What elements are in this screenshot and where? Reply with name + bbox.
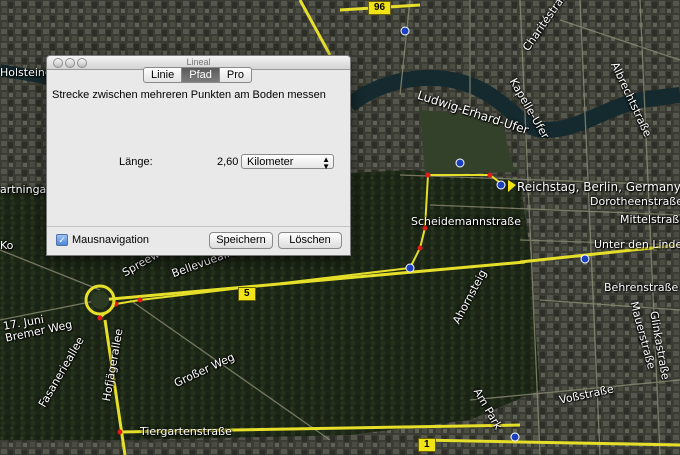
map-label-reichstag: Reichstag, Berlin, Germany	[517, 180, 680, 194]
tab-linie[interactable]: Linie	[144, 68, 183, 82]
unit-selected-value: Kilometer	[247, 156, 294, 168]
mode-tabs: Linie Pfad Pro	[143, 67, 253, 83]
map-label-mittelstrasse: Mittelstraße	[620, 213, 680, 226]
checkbox-checked-icon[interactable]: ✓	[56, 234, 68, 246]
tab-pro[interactable]: Pro	[220, 68, 251, 82]
road-shield-5: 5	[238, 287, 256, 301]
length-label: Länge:	[119, 156, 153, 168]
map-label-dorotheenstrasse: Dorotheenstraße	[590, 195, 680, 208]
map-label-tiergartenstrasse: Tiergartenstraße	[140, 425, 232, 438]
select-arrows-icon: ▲ ▼	[322, 155, 330, 171]
divider	[47, 226, 350, 227]
ruler-dialog: Lineal Linie Pfad Pro Strecke zwischen m…	[46, 55, 351, 256]
map-label-scheidemannstrasse: Scheidemannstraße	[411, 215, 521, 228]
mouse-navigation-checkbox[interactable]: ✓ Mausnavigation	[56, 234, 149, 246]
delete-button[interactable]: Löschen	[278, 232, 342, 249]
save-button[interactable]: Speichern	[209, 232, 273, 249]
mouse-navigation-label: Mausnavigation	[72, 234, 150, 246]
map-label-behrenstrasse: Behrenstraße	[604, 281, 679, 294]
map-label-ko: Ko	[0, 239, 14, 252]
road-shield-96: 96	[368, 1, 392, 15]
tab-pfad[interactable]: Pfad	[182, 68, 220, 82]
map-label-gartningal: artningal	[0, 183, 50, 196]
map-label-unter-den-linden: Unter den Linden	[594, 238, 680, 251]
unit-select[interactable]: Kilometer ▲ ▼	[241, 154, 334, 171]
map-label-holsteiner: Holsteine	[0, 66, 52, 79]
length-value: 2,60	[217, 156, 239, 168]
description-text: Strecke zwischen mehreren Punkten am Bod…	[52, 89, 326, 101]
road-shield-1: 1	[418, 438, 436, 452]
